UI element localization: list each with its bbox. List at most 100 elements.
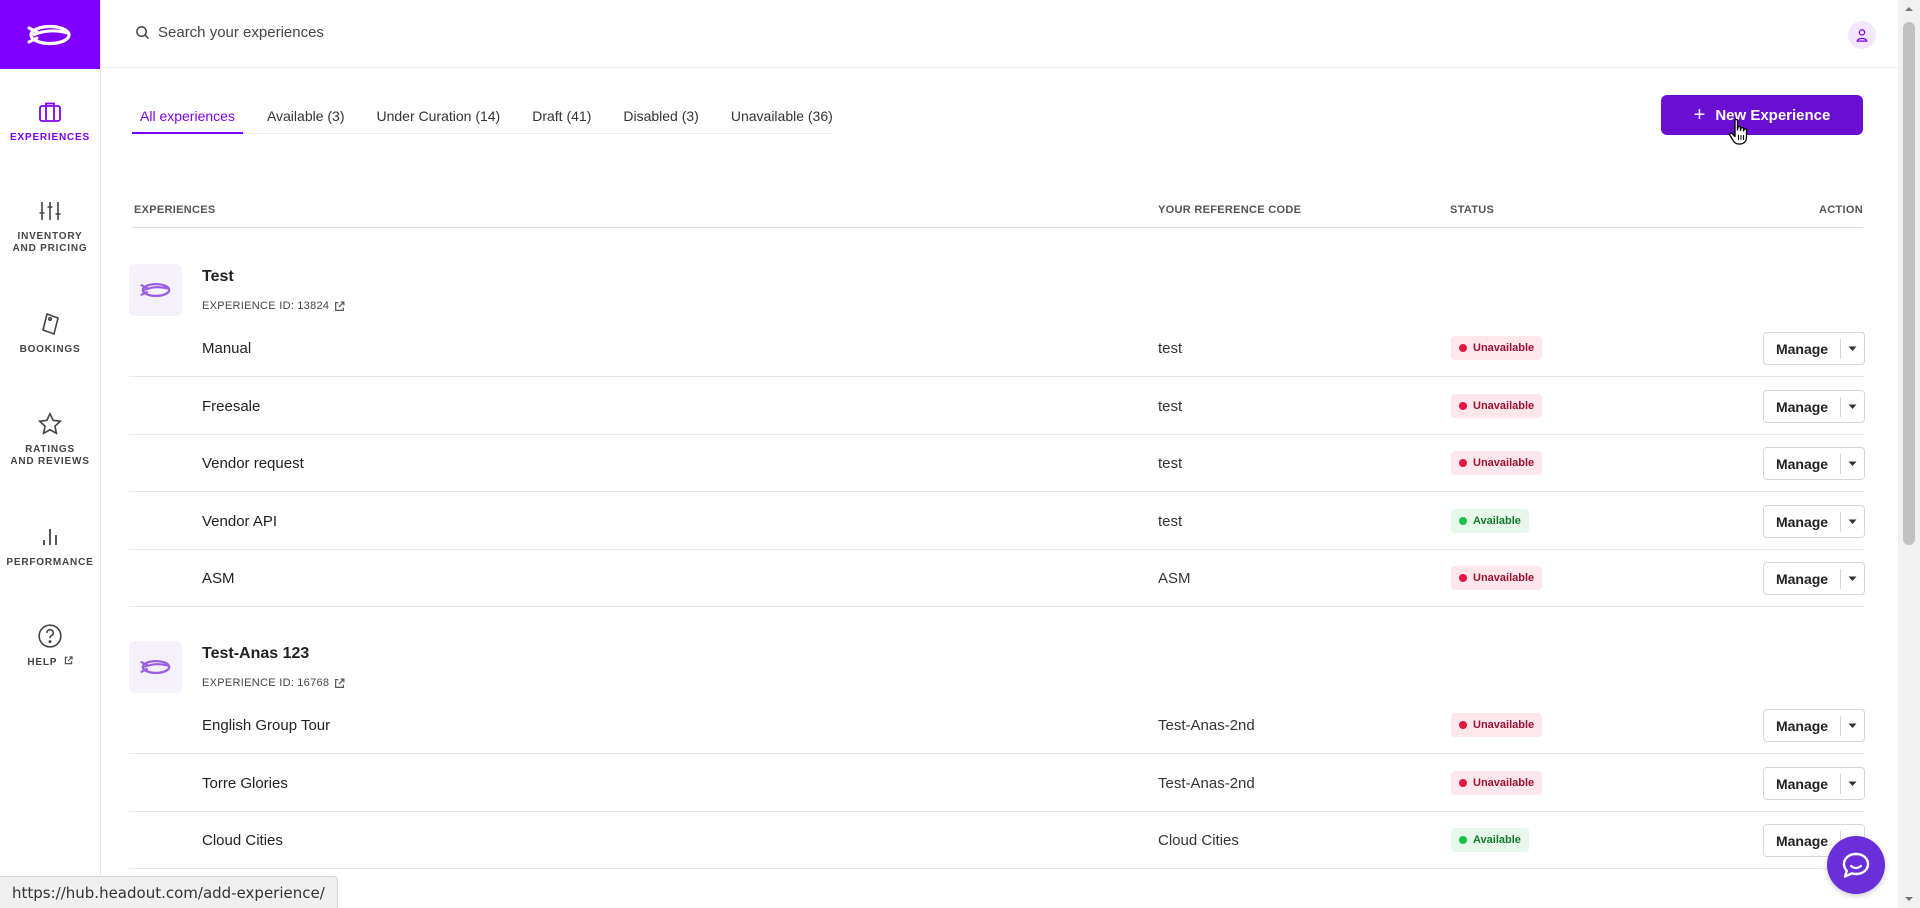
reference-code: test: [1158, 340, 1183, 357]
status-label: Unavailable: [1473, 572, 1535, 584]
table-row[interactable]: ASM ASM Unavailable Manage: [129, 550, 1865, 607]
manage-button[interactable]: Manage: [1764, 453, 1841, 474]
sidebar-item-experiences[interactable]: Experiences: [0, 98, 100, 144]
table-row[interactable]: Freesale test Unavailable Manage: [129, 378, 1865, 435]
scrollbar-thumb[interactable]: [1903, 22, 1915, 545]
chat-widget-button[interactable]: [1827, 836, 1885, 894]
manage-dropdown-toggle[interactable]: [1841, 346, 1864, 352]
page-scrollbar[interactable]: [1898, 0, 1920, 908]
experience-id: Experience ID: 16768: [202, 677, 345, 689]
status-badge: Unavailable: [1451, 713, 1543, 737]
sidebar-item-label: Bookings: [19, 344, 81, 355]
manage-dropdown-toggle[interactable]: [1841, 576, 1864, 582]
sidebar-item-label: Inventory and pricing: [13, 231, 88, 255]
manage-split-button: Manage: [1763, 767, 1865, 800]
experience-group-header: Test Experience ID: 13824: [129, 264, 1129, 328]
label-line-1: Ratings: [25, 444, 75, 455]
table-row[interactable]: Torre Glories Test-Anas-2nd Unavailable …: [129, 755, 1865, 812]
manage-button[interactable]: Manage: [1764, 511, 1841, 532]
status-dot: [1459, 836, 1467, 844]
table-row[interactable]: Vendor request test Unavailable Manage: [129, 435, 1865, 492]
product-name: English Group Tour: [202, 717, 331, 734]
manage-button[interactable]: Manage: [1764, 773, 1841, 794]
manage-dropdown-toggle[interactable]: [1841, 723, 1864, 729]
reference-code: Test-Anas-2nd: [1158, 775, 1255, 792]
scroll-down-arrow-icon[interactable]: [1904, 894, 1914, 904]
tab-all-experiences[interactable]: All experiences: [132, 92, 243, 134]
caret-down-icon: [1848, 781, 1857, 786]
product-name: Freesale: [202, 398, 261, 415]
manage-button[interactable]: Manage: [1764, 396, 1841, 417]
tab-under-curation[interactable]: Under Curation (14): [369, 92, 509, 134]
manage-split-button: Manage: [1763, 332, 1865, 365]
experience-id-label: Experience ID:: [202, 300, 295, 312]
manage-button[interactable]: Manage: [1764, 715, 1841, 736]
status-badge: Available: [1451, 828, 1529, 852]
external-link-icon[interactable]: [334, 300, 345, 312]
manage-dropdown-toggle[interactable]: [1841, 519, 1864, 525]
manage-dropdown-toggle[interactable]: [1841, 781, 1864, 787]
table-row[interactable]: Vendor API test Available Manage: [129, 493, 1865, 550]
manage-button[interactable]: Manage: [1764, 830, 1841, 851]
experience-title[interactable]: Test-Anas 123: [202, 645, 309, 663]
manage-dropdown-toggle[interactable]: [1841, 404, 1864, 410]
manage-button[interactable]: Manage: [1764, 338, 1841, 359]
column-header-status: Status: [1450, 204, 1495, 216]
tab-draft[interactable]: Draft (41): [524, 92, 599, 134]
status-badge: Available: [1451, 509, 1529, 533]
star-icon: [36, 410, 64, 438]
product-name: Torre Glories: [202, 775, 288, 792]
experience-id-label: Experience ID:: [202, 677, 295, 689]
hand-cursor-icon: [1729, 118, 1748, 145]
tab-disabled[interactable]: Disabled (3): [615, 92, 706, 134]
search-box[interactable]: Search your experiences: [135, 24, 324, 41]
headout-logo[interactable]: [0, 0, 100, 69]
product-name: Vendor API: [202, 513, 278, 530]
avatar[interactable]: [1848, 21, 1876, 49]
blimp-logo-icon: [139, 282, 170, 298]
ticket-icon: [36, 310, 64, 338]
manage-split-button: Manage: [1763, 505, 1865, 538]
caret-down-icon: [1848, 519, 1857, 524]
sidebar-item-bookings[interactable]: Bookings: [0, 310, 100, 356]
label-line-1: Help: [27, 657, 58, 668]
search-icon: [136, 26, 150, 40]
new-experience-button[interactable]: + New Experience: [1661, 95, 1863, 135]
table-row[interactable]: English Group Tour Test-Anas-2nd Unavail…: [129, 697, 1865, 754]
reference-code: Cloud Cities: [1158, 832, 1239, 849]
sidebar-item-help[interactable]: Help: [0, 622, 100, 669]
sidebar-item-inventory-pricing[interactable]: Inventory and pricing: [0, 197, 100, 255]
caret-down-icon: [1848, 723, 1857, 728]
sidebar-item-performance[interactable]: Performance: [0, 523, 100, 569]
reference-code: ASM: [1158, 570, 1191, 587]
manage-dropdown-toggle[interactable]: [1841, 461, 1864, 467]
tab-unavailable[interactable]: Unavailable (36): [723, 92, 841, 134]
user-icon: [1856, 29, 1868, 42]
experience-thumbnail: [129, 641, 182, 693]
label-line-1: Inventory: [17, 231, 83, 242]
blimp-logo-icon: [139, 659, 170, 675]
sidebar-item-ratings-reviews[interactable]: Ratings and reviews: [0, 410, 100, 468]
status-label: Unavailable: [1473, 342, 1535, 354]
external-link-icon[interactable]: [334, 677, 345, 689]
manage-button[interactable]: Manage: [1764, 568, 1841, 589]
status-dot: [1459, 459, 1467, 467]
status-badge: Unavailable: [1451, 566, 1543, 590]
caret-down-icon: [1848, 461, 1857, 466]
tab-available[interactable]: Available (3): [259, 92, 353, 134]
search-input[interactable]: Search your experiences: [158, 24, 324, 41]
status-dot: [1459, 344, 1467, 352]
experience-title[interactable]: Test: [202, 268, 234, 286]
product-name: ASM: [202, 570, 235, 587]
caret-down-icon: [1848, 346, 1857, 351]
table-row[interactable]: Cloud Cities Cloud Cities Available Mana…: [129, 812, 1865, 869]
scroll-up-arrow-icon[interactable]: [1904, 4, 1914, 14]
status-dot: [1459, 574, 1467, 582]
experience-id-value: 16768: [297, 677, 330, 689]
experience-id-value: 13824: [297, 300, 330, 312]
table-row[interactable]: Manual test Unavailable Manage: [129, 320, 1865, 377]
reference-code: test: [1158, 455, 1183, 472]
status-label: Unavailable: [1473, 777, 1535, 789]
briefcase-icon: [36, 98, 64, 126]
status-label: Available: [1473, 515, 1521, 527]
